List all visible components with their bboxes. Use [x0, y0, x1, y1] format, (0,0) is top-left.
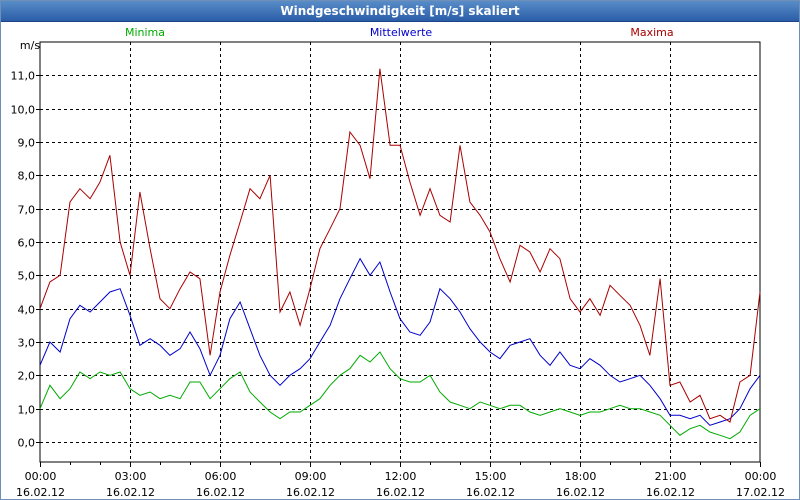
- x-tick-label-date: 16.02.12: [106, 486, 155, 499]
- x-tick-label-date: 16.02.12: [16, 486, 65, 499]
- y-tick-label: 6,0: [18, 237, 36, 250]
- y-tick-label: 3,0: [18, 337, 36, 350]
- x-tick-label-date: 16.02.12: [646, 486, 695, 499]
- y-tick-label: 7,0: [18, 204, 36, 217]
- x-tick-label-time: 15:00: [475, 470, 507, 483]
- x-tick-label-date: 16.02.12: [466, 486, 515, 499]
- y-axis-label: m/s: [20, 39, 40, 52]
- x-tick-label-time: 00:00: [745, 470, 777, 483]
- legend: Minima Mittelwerte Maxima: [125, 26, 674, 39]
- x-tick-label-date: 16.02.12: [376, 486, 425, 499]
- x-tick-label-time: 12:00: [385, 470, 417, 483]
- legend-entry-maxima: Maxima: [630, 26, 673, 39]
- y-tick-label: 10,0: [11, 104, 36, 117]
- y-tick-label: 2,0: [18, 370, 36, 383]
- y-tick-label: 5,0: [18, 270, 36, 283]
- y-axis: 0,0 1,0 2,0 3,0 4,0 5,0 6,0 7,0 8,0 9,0 10,0 11,0: [11, 70, 40, 450]
- grid: [39, 41, 761, 463]
- legend-entry-mittelwerte: Mittelwerte: [370, 26, 433, 39]
- x-tick-label-time: 03:00: [115, 470, 147, 483]
- x-tick-label-date: 16.02.12: [286, 486, 335, 499]
- x-tick-label-time: 06:00: [205, 470, 237, 483]
- legend-entry-minima: Minima: [125, 26, 165, 39]
- x-tick-label-date: 16.02.12: [196, 486, 245, 499]
- y-tick-label: 1,0: [18, 404, 36, 417]
- x-tick-label-date: 16.02.12: [556, 486, 605, 499]
- y-tick-label: 0,0: [18, 437, 36, 450]
- wind-speed-chart: 0,0 1,0 2,0 3,0 4,0 5,0 6,0 7,0 8,0 9,0 10,0 11,0 0…: [11, 26, 785, 499]
- x-tick-label-time: 21:00: [655, 470, 687, 483]
- x-tick-label-date: 17.02.12: [736, 486, 785, 499]
- y-tick-label: 9,0: [18, 137, 36, 150]
- x-tick-label-time: 09:00: [295, 470, 327, 483]
- y-tick-label: 11,0: [11, 70, 36, 83]
- y-tick-label: 8,0: [18, 170, 36, 183]
- x-tick-label-time: 18:00: [565, 470, 597, 483]
- y-tick-label: 4,0: [18, 304, 36, 317]
- x-axis: 00:00 16.02.12 03:00 16.02.12 06:00 16.02.12 0…: [16, 462, 785, 499]
- chart-title: Windgeschwindigkeit [m/s] skaliert: [0, 0, 800, 22]
- series-line-minima: [39, 351, 761, 440]
- x-tick-label-time: 00:00: [25, 470, 57, 483]
